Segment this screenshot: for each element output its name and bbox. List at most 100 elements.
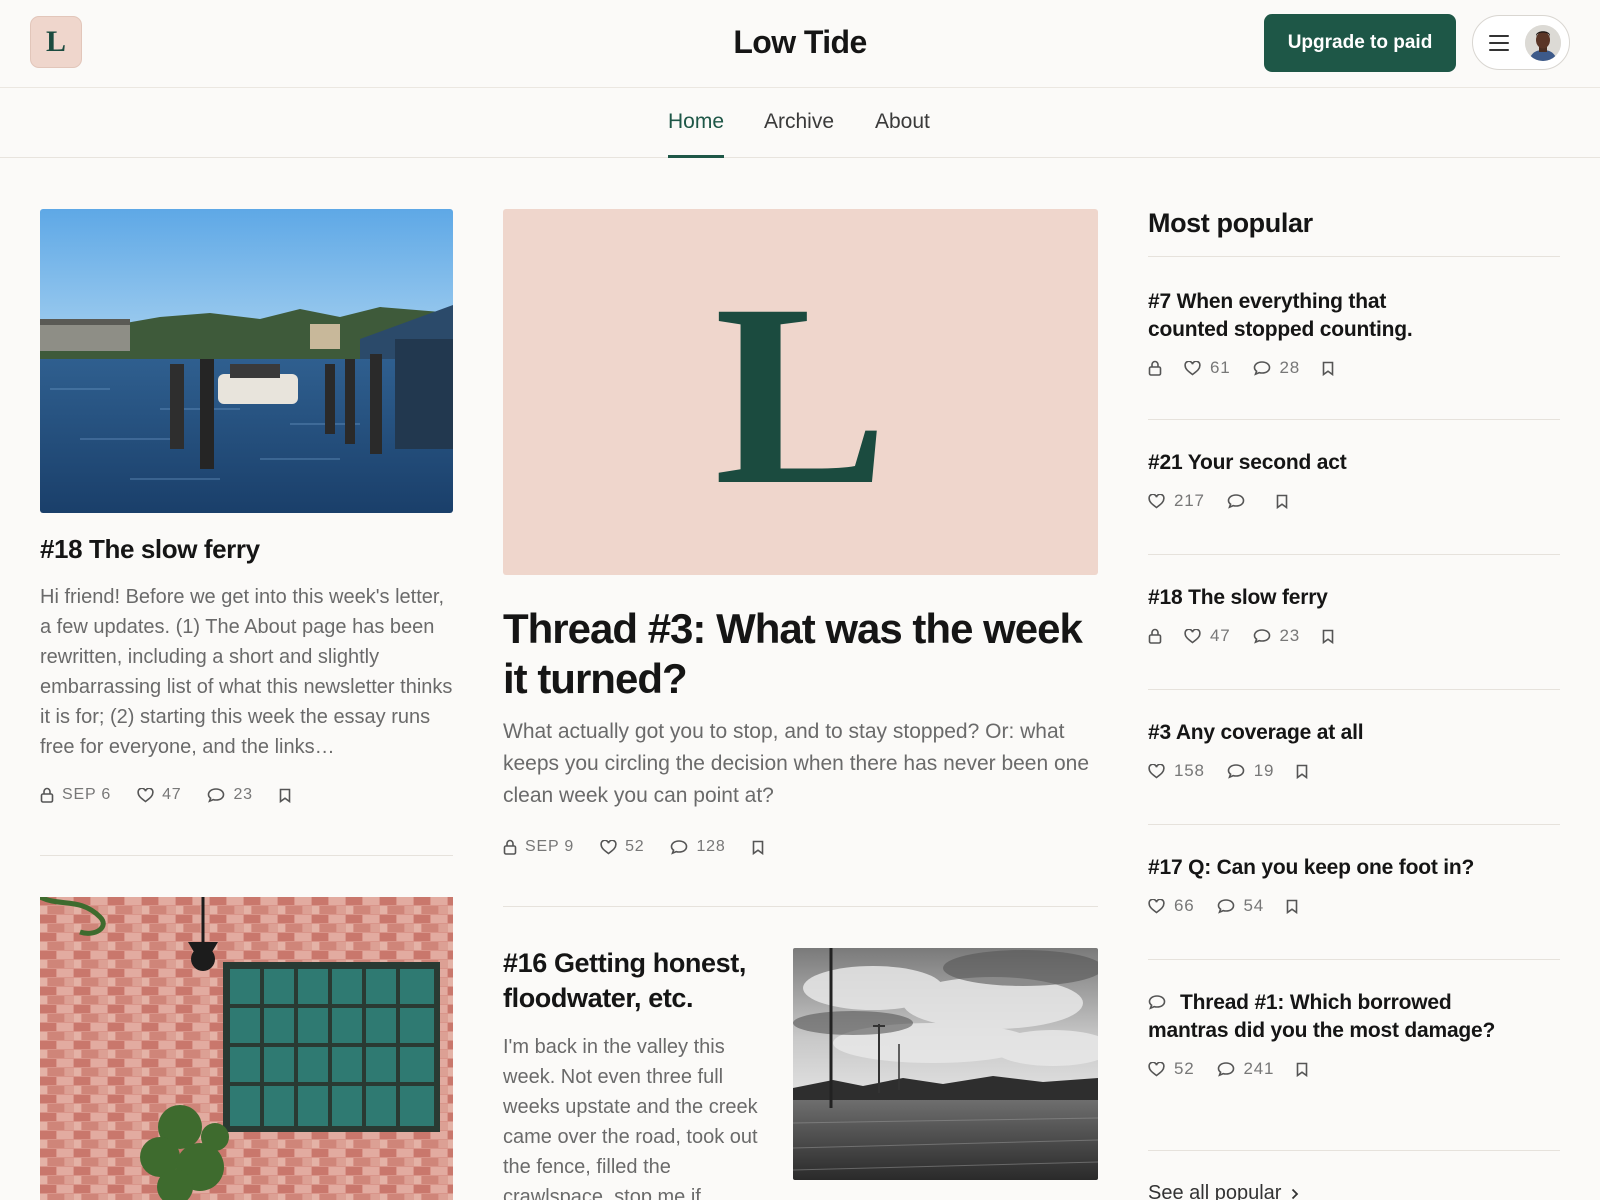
bookmark-icon bbox=[1296, 764, 1308, 779]
like-button[interactable]: 47 bbox=[137, 786, 181, 804]
heart-icon bbox=[1148, 493, 1165, 508]
divider bbox=[1148, 554, 1560, 555]
comment-icon bbox=[1217, 899, 1234, 914]
see-all-popular-link[interactable]: See all popular bbox=[1148, 1182, 1299, 1200]
chevron-right-icon bbox=[1292, 1188, 1299, 1199]
comment-button[interactable]: 23 bbox=[1253, 626, 1301, 646]
bookmark-button[interactable] bbox=[1286, 899, 1298, 914]
popular-item-meta: 66 54 bbox=[1148, 896, 1560, 916]
bookmark-icon bbox=[752, 840, 763, 855]
featured-post-meta: SEP 9 52 128 bbox=[503, 838, 790, 856]
lock-icon bbox=[503, 839, 517, 855]
popular-item-title[interactable]: #21 Your second act bbox=[1148, 449, 1560, 477]
heart-icon bbox=[1184, 360, 1201, 375]
popular-item[interactable]: Thread #1: Which borrowed mantras did yo… bbox=[1148, 989, 1560, 1079]
comment-count: 19 bbox=[1253, 761, 1275, 780]
comment-button[interactable]: 28 bbox=[1253, 358, 1301, 378]
popular-item[interactable]: #21 Your second act 217 bbox=[1148, 449, 1560, 511]
like-count: 52 bbox=[625, 838, 645, 855]
popular-item-meta: 217 bbox=[1148, 491, 1560, 511]
bookmark-button[interactable] bbox=[1296, 764, 1308, 779]
comment-count: 128 bbox=[696, 838, 726, 855]
featured-post-title[interactable]: Thread #3: What was the week it turned? bbox=[503, 604, 1103, 704]
bookmark-button[interactable] bbox=[279, 788, 291, 803]
comment-button[interactable] bbox=[1227, 493, 1254, 509]
tab-archive[interactable]: Archive bbox=[764, 110, 834, 158]
comment-icon bbox=[1148, 995, 1166, 1010]
publication-logo-large: L bbox=[714, 282, 887, 502]
featured-post-excerpt: What actually got you to stop, and to st… bbox=[503, 720, 1090, 807]
post-thumbnail-brick-wall[interactable] bbox=[40, 897, 453, 1200]
like-button[interactable]: 47 bbox=[1184, 626, 1231, 646]
divider bbox=[1148, 419, 1560, 420]
popular-item-meta: 52 241 bbox=[1148, 1059, 1560, 1079]
comment-button[interactable]: 19 bbox=[1227, 761, 1275, 781]
popular-item[interactable]: #7 When everything that counted stopped … bbox=[1148, 288, 1560, 378]
most-popular-heading: Most popular bbox=[1148, 208, 1313, 238]
bookmark-button[interactable] bbox=[1322, 629, 1334, 644]
tab-about[interactable]: About bbox=[875, 110, 930, 158]
popular-item[interactable]: #17 Q: Can you keep one foot in? 66 54 bbox=[1148, 854, 1560, 916]
like-button[interactable]: 52 bbox=[1148, 1059, 1195, 1079]
like-button[interactable]: 217 bbox=[1148, 491, 1205, 511]
comment-icon bbox=[671, 840, 688, 855]
comment-count: 23 bbox=[1279, 626, 1301, 645]
comment-count: 54 bbox=[1243, 896, 1265, 915]
post-thumbnail-cloudy-sky[interactable] bbox=[793, 948, 1098, 1180]
like-count: 47 bbox=[162, 786, 182, 803]
paywall-lock bbox=[1148, 360, 1162, 376]
popular-item-title[interactable]: #3 Any coverage at all bbox=[1148, 719, 1560, 747]
popular-item[interactable]: #18 The slow ferry 47 23 bbox=[1148, 584, 1560, 646]
popular-item-title-text[interactable]: Thread #1: Which borrowed mantras did yo… bbox=[1148, 991, 1495, 1042]
heart-icon bbox=[1184, 628, 1201, 643]
bookmark-button[interactable] bbox=[1296, 1062, 1308, 1077]
upgrade-button[interactable]: Upgrade to paid bbox=[1264, 14, 1456, 72]
see-all-label: See all popular bbox=[1148, 1182, 1282, 1200]
popular-item-title[interactable]: #17 Q: Can you keep one foot in? bbox=[1148, 854, 1560, 882]
bookmark-icon bbox=[1286, 899, 1298, 914]
post-title[interactable]: #16 Getting honest, floodwater, etc. bbox=[503, 946, 773, 1016]
popular-item-meta: 158 19 bbox=[1148, 761, 1560, 781]
comment-icon bbox=[208, 788, 225, 803]
heart-icon bbox=[137, 787, 154, 802]
comment-icon bbox=[1217, 1062, 1234, 1077]
comment-icon bbox=[1227, 494, 1245, 509]
comment-count: 28 bbox=[1279, 358, 1301, 377]
popular-item[interactable]: #3 Any coverage at all 158 19 bbox=[1148, 719, 1560, 781]
bookmark-button[interactable] bbox=[752, 840, 764, 855]
divider bbox=[1148, 689, 1560, 690]
like-button[interactable]: 52 bbox=[600, 838, 644, 856]
post-excerpt: Hi friend! Before we get into this week'… bbox=[40, 586, 453, 758]
popular-item-title[interactable]: #18 The slow ferry bbox=[1148, 584, 1560, 612]
lock-icon bbox=[1148, 360, 1162, 376]
post-thumbnail-ferry[interactable] bbox=[40, 209, 453, 513]
bookmark-button[interactable] bbox=[1276, 494, 1288, 509]
popular-item-title[interactable]: #7 When everything that counted stopped … bbox=[1148, 288, 1448, 344]
comment-button[interactable]: 241 bbox=[1217, 1059, 1275, 1079]
bookmark-button[interactable] bbox=[1322, 361, 1334, 376]
divider bbox=[1148, 959, 1560, 960]
post-meta: SEP 6 47 23 bbox=[40, 786, 317, 804]
comment-button[interactable]: 54 bbox=[1217, 896, 1265, 916]
tab-home[interactable]: Home bbox=[668, 110, 725, 158]
like-button[interactable]: 158 bbox=[1148, 761, 1205, 781]
lock-icon bbox=[40, 787, 54, 803]
like-button[interactable]: 66 bbox=[1148, 896, 1195, 916]
featured-post-image[interactable]: L bbox=[503, 209, 1098, 575]
bookmark-icon bbox=[1296, 1062, 1308, 1077]
post-title[interactable]: #18 The slow ferry bbox=[40, 534, 260, 565]
user-menu-button[interactable] bbox=[1472, 15, 1570, 70]
like-button[interactable]: 61 bbox=[1184, 358, 1231, 378]
divider bbox=[1148, 256, 1560, 257]
heart-icon bbox=[600, 839, 617, 854]
post-excerpt: I'm back in the valley this week. Not ev… bbox=[503, 1036, 758, 1200]
like-count: 52 bbox=[1174, 1059, 1195, 1078]
post-date: SEP 9 bbox=[525, 838, 575, 855]
comment-button[interactable]: 128 bbox=[670, 838, 725, 856]
comment-icon bbox=[1227, 764, 1245, 779]
lock-icon bbox=[1148, 628, 1162, 644]
comment-button[interactable]: 23 bbox=[207, 786, 252, 804]
post-date: SEP 6 bbox=[62, 786, 112, 803]
divider bbox=[1148, 1150, 1560, 1151]
popular-item-title[interactable]: Thread #1: Which borrowed mantras did yo… bbox=[1148, 989, 1518, 1045]
